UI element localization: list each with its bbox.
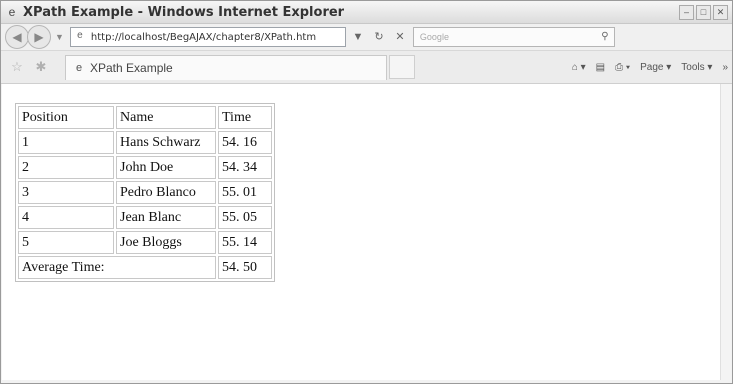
search-placeholder: Google [419,32,449,42]
cell-position: 2 [18,156,114,179]
cell-time: 54. 16 [218,131,272,154]
average-value: 54. 50 [218,256,272,279]
favorites-star-icon[interactable]: ☆ [9,59,25,75]
window-controls: – □ ✕ [679,5,728,20]
tab-bar: ☆ ✱ e XPath Example ⌂ ▾ ▤ ⎙ ▾ Page ▾ Too… [1,51,732,84]
results-table: Position Name Time 1 Hans Schwarz 54. 16… [15,103,275,282]
window-title: XPath Example - Windows Internet Explore… [23,4,345,20]
cell-time: 55. 01 [218,181,272,204]
cell-position: 1 [18,131,114,154]
ie-logo-icon: e [8,5,16,19]
page-icon: e [77,30,83,41]
more-chevron-icon[interactable]: » [722,62,728,73]
url-dropdown-icon[interactable]: ▼ [349,28,367,46]
cell-time: 55. 05 [218,206,272,229]
search-field[interactable]: Google ⚲ [412,27,615,47]
cell-name: John Doe [116,156,216,179]
command-bar: ⌂ ▾ ▤ ⎙ ▾ Page ▾ Tools ▾ » [572,62,728,73]
tab-xpath-example[interactable]: e XPath Example [65,54,387,80]
page-menu-label: Page [640,61,664,73]
stop-icon[interactable]: ✕ [391,28,409,46]
header-name: Name [116,106,216,129]
title-bar: e XPath Example - Windows Internet Explo… [1,1,732,24]
page-content: Position Name Time 1 Hans Schwarz 54. 16… [2,84,720,380]
url-text: http://localhost/BegAJAX/chapter8/XPath.… [90,31,317,43]
cell-name: Jean Blanc [116,206,216,229]
page-menu[interactable]: Page ▾ [640,62,671,73]
new-tab-button[interactable] [389,55,415,79]
search-icon[interactable]: ⚲ [596,28,614,46]
header-time: Time [218,106,272,129]
add-favorites-icon[interactable]: ✱ [33,59,49,75]
cell-name: Hans Schwarz [116,131,216,154]
table-row: 3 Pedro Blanco 55. 01 [18,181,272,204]
tab-page-icon: e [75,61,83,74]
maximize-button[interactable]: □ [696,5,711,20]
cell-position: 5 [18,231,114,254]
tools-menu-label: Tools [681,61,705,73]
refresh-icon[interactable]: ↻ [370,28,388,46]
history-dropdown-icon[interactable]: ▼ [55,32,64,42]
table-row: 2 John Doe 54. 34 [18,156,272,179]
cell-position: 3 [18,181,114,204]
tab-label: XPath Example [90,60,173,75]
table-row: 4 Jean Blanc 55. 05 [18,206,272,229]
forward-button[interactable]: ▶ [27,25,51,49]
cell-time: 54. 34 [218,156,272,179]
table-header-row: Position Name Time [18,106,272,129]
print-icon[interactable]: ⎙ ▾ [615,62,630,73]
average-row: Average Time: 54. 50 [18,256,272,279]
vertical-scrollbar[interactable] [720,84,731,380]
average-label: Average Time: [18,256,216,279]
minimize-button[interactable]: – [679,5,694,20]
address-bar: ◀ ▶ ▼ e http://localhost/BegAJAX/chapter… [1,24,732,51]
header-position: Position [18,106,114,129]
table-row: 1 Hans Schwarz 54. 16 [18,131,272,154]
feeds-icon[interactable]: ▤ [596,62,605,73]
close-button[interactable]: ✕ [713,5,728,20]
table-row: 5 Joe Bloggs 55. 14 [18,231,272,254]
home-icon[interactable]: ⌂ ▾ [572,62,586,73]
url-field[interactable]: e http://localhost/BegAJAX/chapter8/XPat… [69,27,346,47]
back-button[interactable]: ◀ [5,25,29,49]
cell-position: 4 [18,206,114,229]
cell-name: Pedro Blanco [116,181,216,204]
tools-menu[interactable]: Tools ▾ [681,62,712,73]
cell-name: Joe Bloggs [116,231,216,254]
cell-time: 55. 14 [218,231,272,254]
